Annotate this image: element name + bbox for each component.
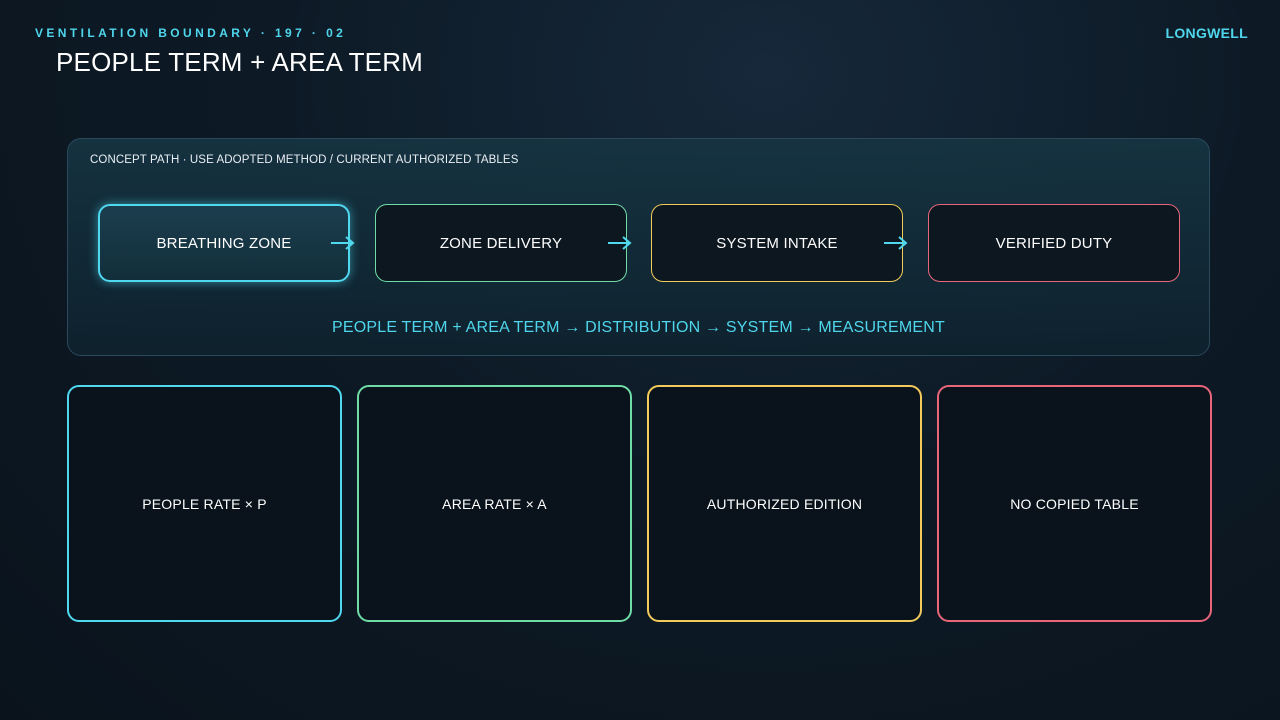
arrow-right-icon [608, 234, 634, 252]
card-label: AUTHORIZED EDITION [706, 495, 863, 512]
arrow-right-icon [884, 234, 910, 252]
step-label: BREATHING ZONE [156, 234, 292, 252]
page-title: PEOPLE TERM + AREA TERM [56, 47, 424, 77]
card-label: NO COPIED TABLE [1010, 495, 1139, 512]
step-label: SYSTEM INTAKE [716, 234, 838, 252]
card-area-rate: AREA RATE × A [357, 385, 632, 622]
step-breathing-zone: BREATHING ZONE [98, 204, 350, 282]
step-verified-duty: VERIFIED DUTY [928, 204, 1180, 282]
step-system-intake: SYSTEM INTAKE [651, 204, 903, 282]
panel-caption: CONCEPT PATH · USE ADOPTED METHOD / CURR… [90, 154, 519, 166]
arrow-right-icon [331, 234, 357, 252]
section-kicker: VENTILATION BOUNDARY · 197 · 02 [35, 26, 347, 40]
step-zone-delivery: ZONE DELIVERY [375, 204, 627, 282]
card-no-copied-table: NO COPIED TABLE [937, 385, 1212, 622]
brand-logo: LONGWELL [1165, 25, 1248, 41]
card-people-rate: PEOPLE RATE × P [67, 385, 342, 622]
card-label: PEOPLE RATE × P [142, 495, 267, 512]
card-authorized-edition: AUTHORIZED EDITION [647, 385, 922, 622]
step-label: VERIFIED DUTY [995, 234, 1113, 252]
concept-path-panel: CONCEPT PATH · USE ADOPTED METHOD / CURR… [67, 138, 1210, 356]
flow-formula: PEOPLE TERM + AREA TERM → DISTRIBUTION →… [331, 319, 946, 336]
card-label: AREA RATE × A [442, 495, 547, 512]
step-label: ZONE DELIVERY [439, 234, 563, 252]
